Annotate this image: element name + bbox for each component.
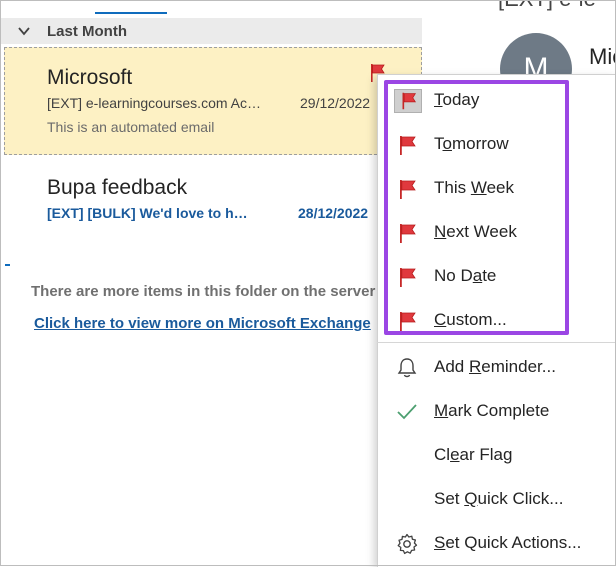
message-preview: This is an automated email xyxy=(47,119,215,135)
menu-item-clear-flag[interactable]: Clear Flag xyxy=(378,435,616,475)
menu-item-custom[interactable]: Custom... xyxy=(378,300,616,340)
bell-icon xyxy=(397,358,417,378)
menu-item-mark-complete[interactable]: Mark Complete xyxy=(378,391,616,431)
message-sender: Microsoft xyxy=(47,66,133,89)
folder-notice: There are more items in this folder on t… xyxy=(31,283,376,300)
message-subject: [EXT] [BULK] We'd love to h… xyxy=(47,205,248,221)
gear-icon xyxy=(397,533,418,555)
reading-pane-sender: Mic xyxy=(589,44,616,69)
menu-item-label: No Date xyxy=(434,266,497,285)
menu-item-add-reminder[interactable]: Add Reminder... xyxy=(378,347,616,387)
menu-item-label: Mark Complete xyxy=(434,401,550,420)
view-more-link[interactable]: Click here to view more on Microsoft Exc… xyxy=(34,315,371,332)
red-flag-icon xyxy=(400,312,416,331)
menu-item-today[interactable]: Today xyxy=(378,80,616,120)
menu-item-label: Add Reminder... xyxy=(434,357,556,376)
menu-item-no-date[interactable]: No Date xyxy=(378,256,616,296)
message-date: 28/12/2022 xyxy=(298,205,369,221)
menu-item-label: Next Week xyxy=(434,222,517,241)
menu-item-label: This Week xyxy=(434,178,515,197)
message-list: Last Month Microsoft [EXT] e-learningcou… xyxy=(0,0,422,566)
red-flag-icon xyxy=(400,268,416,287)
message-sender: Bupa feedback xyxy=(47,176,188,199)
menu-item-label: Set Quick Actions... xyxy=(434,533,582,552)
menu-item-label: Set Quick Click... xyxy=(434,489,564,508)
menu-item-label: Tomorrow xyxy=(434,134,509,153)
menu-item-next-week[interactable]: Next Week xyxy=(378,212,616,252)
menu-item-label: Today xyxy=(434,90,480,109)
message-subject: [EXT] e-learningcourses.com Ac… xyxy=(47,95,261,111)
chevron-down-icon[interactable] xyxy=(16,23,32,39)
menu-item-tomorrow[interactable]: Tomorrow xyxy=(378,124,616,164)
menu-item-label: Custom... xyxy=(434,310,507,329)
group-label: Last Month xyxy=(47,23,127,40)
menu-item-set-quick-click[interactable]: Set Quick Click... xyxy=(378,479,616,519)
reading-pane-title: [EXT] e-le xyxy=(498,0,596,12)
active-tab-indicator xyxy=(95,12,167,14)
message-date: 29/12/2022 xyxy=(300,95,371,111)
red-flag-icon xyxy=(400,180,416,199)
menu-separator xyxy=(377,342,616,343)
group-header[interactable]: Last Month xyxy=(0,18,422,44)
menu-item-set-quick-actions[interactable]: Set Quick Actions... xyxy=(378,523,616,563)
red-flag-icon xyxy=(394,89,422,113)
menu-item-label: Clear Flag xyxy=(434,445,513,464)
checkmark-icon xyxy=(397,404,417,420)
menu-item-this-week[interactable]: This Week xyxy=(378,168,616,208)
red-flag-icon xyxy=(400,136,416,155)
red-flag-icon xyxy=(400,224,416,243)
